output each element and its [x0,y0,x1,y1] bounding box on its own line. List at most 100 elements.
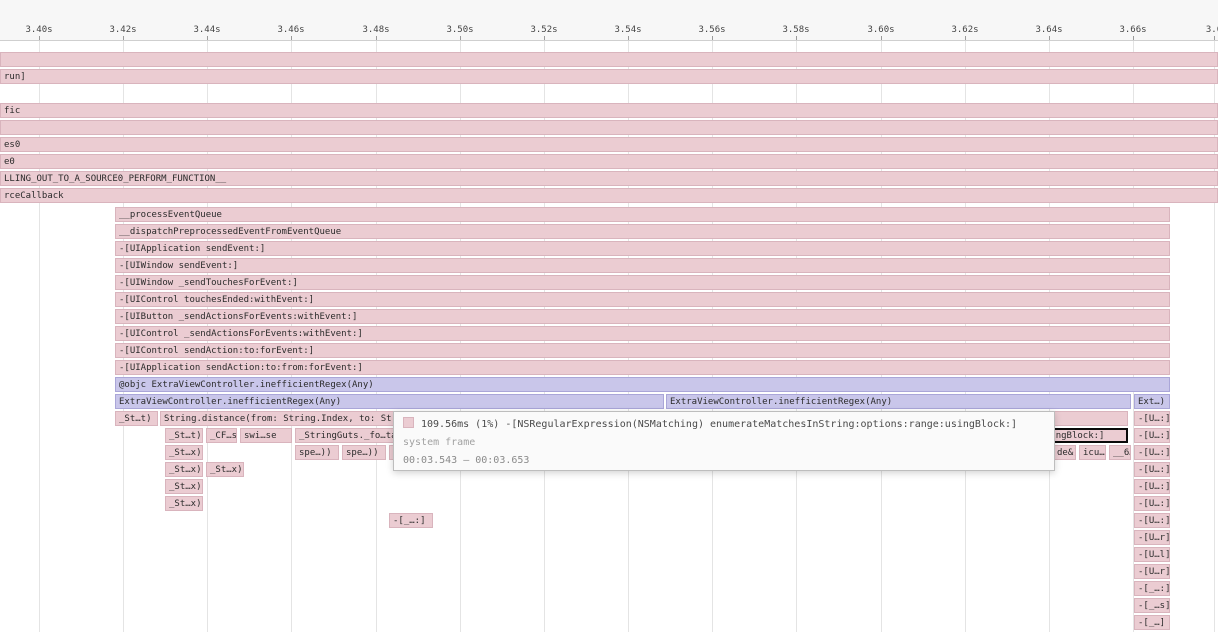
flame-bar-label: @objc ExtraViewController.inefficientReg… [119,380,374,390]
flame-bar[interactable]: -[U…:] [1134,479,1170,494]
flame-bar-label: -[UIApplication sendAction:to:from:forEv… [119,363,363,373]
ruler-tick-label: 3.66s [1119,25,1146,35]
flame-bar-label: _St…t) [119,414,152,424]
flame-bar[interactable]: es0 [0,137,1218,152]
flame-bar-label: -[U…r] [1138,533,1170,543]
ruler-tick-label: 3.56s [698,25,725,35]
flame-bar[interactable]: spe…)) [295,445,339,460]
flame-bar[interactable]: -[UIWindow _sendTouchesForEvent:] [115,275,1170,290]
flame-bar[interactable]: run] [0,69,1218,84]
flame-bar[interactable]: -[_…:] [389,513,433,528]
flame-bar-label: _St…x) [169,499,202,509]
ruler-tick-label: 3.44s [193,25,220,35]
ruler-tick-mark [207,36,208,40]
flame-bar[interactable]: swi…se [240,428,292,443]
flame-bar[interactable]: -[U…r] [1134,530,1170,545]
flame-bar[interactable]: -[_…] [1134,615,1170,630]
flame-bar[interactable]: -[U…:] [1134,513,1170,528]
flame-bar[interactable]: -[U…l] [1134,547,1170,562]
flame-bar-label: -[U…r] [1138,567,1170,577]
flame-chart[interactable]: run] fic es0 e0 LLING_OUT_TO_A_SOURCE0_PERFO… [0,41,1218,632]
ruler-tick-mark [1133,36,1134,40]
ruler-tick-mark [1214,36,1215,40]
flame-bar[interactable]: -[U…:] [1134,428,1170,443]
flame-bar[interactable]: ExtraViewController.inefficientRegex(Any… [666,394,1131,409]
flame-bar-label: Ext…) [1138,397,1165,407]
flame-bar[interactable]: __6…le [1109,445,1131,460]
flame-bar[interactable]: LLING_OUT_TO_A_SOURCE0_PERFORM_FUNCTION_… [0,171,1218,186]
frame-tooltip: 109.56ms (1%) -[NSRegularExpression(NSMa… [393,411,1055,471]
flame-bar[interactable]: e0 [0,154,1218,169]
flame-bar[interactable]: _St…x) [165,462,203,477]
flame-bar[interactable]: -[U…:] [1134,445,1170,460]
flame-bar[interactable]: rceCallback [0,188,1218,203]
flame-bar[interactable]: _St…x) [165,445,203,460]
flame-bar-label: rceCallback [4,191,64,201]
flame-bar[interactable]: __processEventQueue [115,207,1170,222]
flame-bar[interactable]: -[UIWindow sendEvent:] [115,258,1170,273]
flame-bar-label: _St…t) [169,431,202,441]
flame-bar[interactable]: -[U…r] [1134,564,1170,579]
flame-bar[interactable]: @objc ExtraViewController.inefficientReg… [115,377,1170,392]
ruler-tick-label: 3.48s [362,25,389,35]
flame-bar[interactable]: _St…x) [165,496,203,511]
flame-bar[interactable]: -[U…:] [1134,496,1170,511]
ruler-tick-label: 3.62s [951,25,978,35]
ruler-tick-label: 3.52s [530,25,557,35]
ruler-tick-mark [376,36,377,40]
flame-bar-label: ExtraViewController.inefficientRegex(Any… [119,397,341,407]
flame-bar-label: __processEventQueue [119,210,222,220]
flame-bar[interactable]: icu…e&) [1079,445,1106,460]
flame-bar-label: _St…x) [210,465,243,475]
flame-bar-label: -[U…:] [1138,465,1170,475]
flame-bar-label: -[UIControl touchesEnded:withEvent:] [119,295,314,305]
flame-bar[interactable]: -[UIControl sendAction:to:forEvent:] [115,343,1170,358]
flame-bar[interactable]: de&) [1053,445,1076,460]
flame-bar[interactable]: fic [0,103,1218,118]
flame-bar[interactable] [0,120,1218,135]
flame-bar[interactable]: __dispatchPreprocessedEventFromEventQueu… [115,224,1170,239]
ruler-tick-mark [39,36,40,40]
flame-bar-label: run] [4,72,26,82]
flame-bar-label: e0 [4,157,15,167]
ruler-tick-mark [712,36,713,40]
flame-bar[interactable]: -[UIControl touchesEnded:withEvent:] [115,292,1170,307]
flame-bar-label: -[U…:] [1138,414,1170,424]
flame-bar[interactable]: -[U…:] [1134,411,1170,426]
flame-bar-label: es0 [4,140,20,150]
ruler-tick-mark [291,36,292,40]
flame-bar[interactable]: ExtraViewController.inefficientRegex(Any… [115,394,664,409]
flame-bar[interactable]: -[_…s] [1134,598,1170,613]
flame-bar[interactable]: _St…x) [165,479,203,494]
flame-bar-label: spe…)) [299,448,332,458]
flame-bar[interactable]: _CF…se [206,428,237,443]
flame-bar[interactable]: -[UIButton _sendActionsForEvents:withEve… [115,309,1170,324]
ruler-tick-label: 3.60s [867,25,894,35]
ruler-tick-label: 3.58s [782,25,809,35]
flame-bar[interactable]: _St…x) [206,462,244,477]
ruler-tick-mark [544,36,545,40]
flame-bar-label: -[U…:] [1138,482,1170,492]
flame-bar[interactable]: -[UIApplication sendAction:to:from:forEv… [115,360,1170,375]
ruler-tick-label: 3.50s [446,25,473,35]
flame-bar-label: -[UIControl sendAction:to:forEvent:] [119,346,314,356]
flame-bar[interactable] [0,52,1218,67]
flame-bar[interactable]: -[UIControl _sendActionsForEvents:withEv… [115,326,1170,341]
flame-bar-label: spe…)) [346,448,379,458]
flame-bar-label: LLING_OUT_TO_A_SOURCE0_PERFORM_FUNCTION_… [4,174,226,184]
flame-bar[interactable]: spe…)) [342,445,386,460]
flame-bar[interactable]: _St…t) [165,428,203,443]
tooltip-title-line: 109.56ms (1%) -[NSRegularExpression(NSMa… [403,416,1045,434]
flame-bar[interactable]: -[U…:] [1134,462,1170,477]
timeline-ruler[interactable]: 3.40s3.42s3.44s3.46s3.48s3.50s3.52s3.54s… [0,0,1218,41]
ruler-tick-label: 3.6 [1206,25,1218,35]
flame-bar-label: -[_…] [1138,618,1165,628]
flame-bar[interactable]: -[UIApplication sendEvent:] [115,241,1170,256]
flame-bar-label: fic [4,106,20,116]
flame-bar[interactable]: Ext…) [1134,394,1170,409]
flame-bar[interactable]: _St…t) [115,411,158,426]
tooltip-frame-name: -[NSRegularExpression(NSMatching) enumer… [505,419,1017,430]
flame-bar-label: -[_…s] [1138,601,1170,611]
flame-bar[interactable]: -[_…:] [1134,581,1170,596]
frame-color-swatch-icon [403,417,414,428]
